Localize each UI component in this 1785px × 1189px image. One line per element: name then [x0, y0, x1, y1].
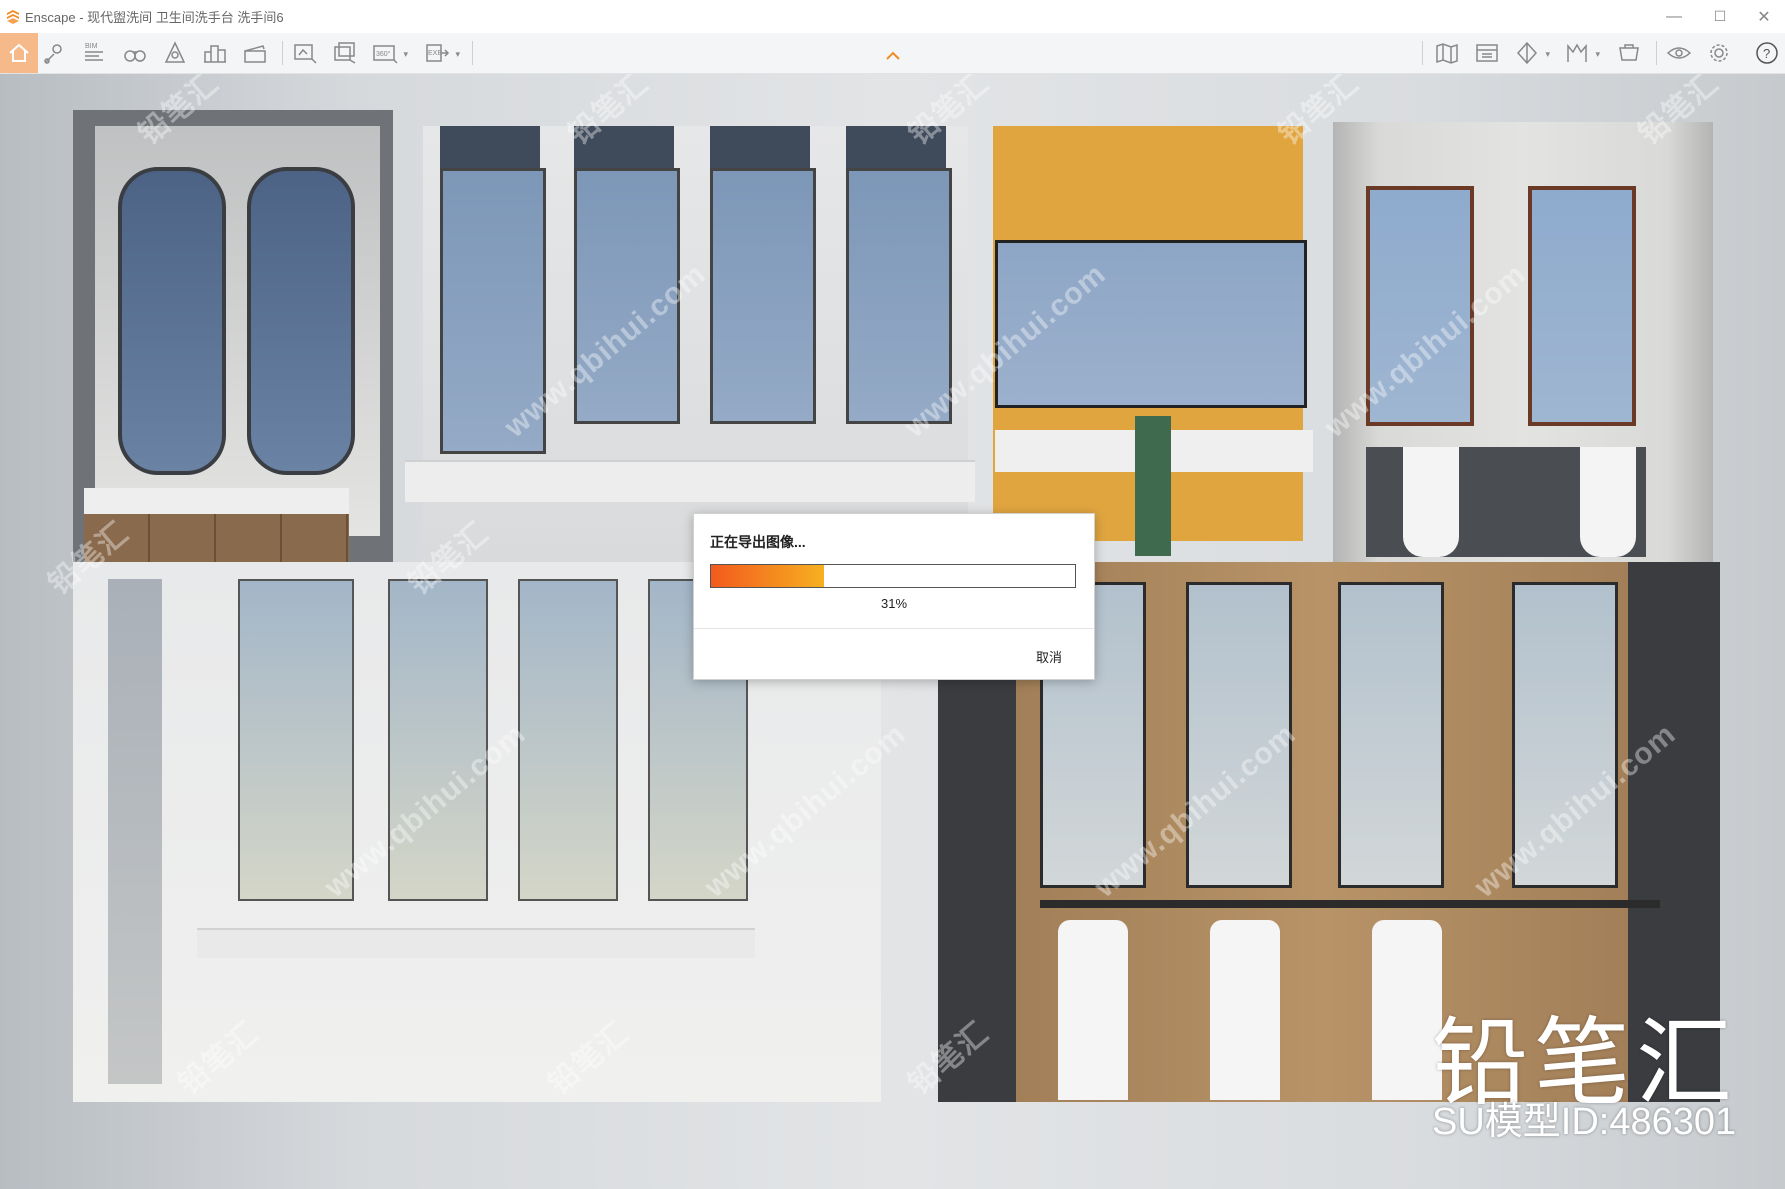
settings-icon: [1710, 44, 1728, 62]
tall-mirror: [710, 168, 816, 424]
chevron-down-icon[interactable]: ▾: [1595, 49, 1600, 60]
export-exe-icon: EXE: [426, 44, 450, 62]
asset-library-button[interactable]: [1614, 38, 1644, 68]
binoculars-icon: [124, 50, 146, 62]
video-editor-button[interactable]: [240, 38, 270, 68]
tall-mirror: [518, 579, 618, 901]
materials-button[interactable]: ▾: [1562, 38, 1600, 68]
framed-mirror: [1528, 186, 1636, 426]
enscape-logo-icon: [7, 9, 19, 24]
dialog-divider: [694, 628, 1094, 629]
clapboard-icon: [244, 45, 266, 63]
walk-mode-button[interactable]: [120, 38, 150, 68]
svg-text:BIM: BIM: [85, 43, 98, 50]
countertop: [84, 488, 349, 514]
visibility-icon: [1666, 47, 1692, 59]
svg-text:360°: 360°: [376, 50, 391, 58]
model-id-watermark: SU模型ID:486301: [1432, 1101, 1737, 1143]
progress-text: 31%: [880, 596, 908, 611]
home-icon: [9, 43, 29, 62]
marble-counter: [197, 928, 755, 958]
section-icon: [1516, 41, 1538, 65]
side-cabinet: [108, 579, 162, 1084]
light-box: [710, 126, 810, 168]
batch-render-icon: [334, 42, 356, 64]
long-sink-counter: [405, 460, 975, 502]
pedestal-sink: [1210, 920, 1280, 1100]
materials-icon: [1567, 43, 1587, 62]
asset-library-icon: [1619, 44, 1639, 61]
collapse-toolbar-icon[interactable]: [884, 50, 902, 62]
panorama-button[interactable]: 360° ▾: [370, 38, 408, 68]
visibility-button[interactable]: [1664, 38, 1694, 68]
bim-icon: BIM: [85, 43, 103, 61]
rounded-mirror: [118, 167, 226, 475]
panorama-360-icon: 360°: [373, 45, 398, 64]
dialog-title: 正在导出图像...: [710, 534, 806, 550]
chevron-down-icon[interactable]: ▾: [455, 49, 460, 60]
tall-mirror: [1338, 582, 1444, 888]
light-box: [440, 126, 540, 168]
cancel-button[interactable]: 取消: [1036, 647, 1062, 666]
chevron-down-icon[interactable]: ▾: [1545, 49, 1550, 60]
screenshot-icon: [294, 44, 317, 64]
map-button[interactable]: [1432, 38, 1462, 68]
settings-button[interactable]: [1704, 38, 1734, 68]
toolbar-separator: [472, 41, 473, 65]
pedestal-sink: [1580, 447, 1636, 557]
bim-button[interactable]: BIM: [80, 38, 110, 68]
maximize-button[interactable]: ☐: [1697, 0, 1743, 33]
minimize-button[interactable]: —: [1651, 0, 1697, 33]
svg-text:?: ?: [1763, 46, 1770, 61]
export-exe-button[interactable]: EXE ▾: [422, 38, 460, 68]
pedestal-sink: [1058, 920, 1128, 1100]
sync-button[interactable]: [200, 38, 230, 68]
batch-render-button[interactable]: [330, 38, 360, 68]
title-bar: Enscape - 现代盥洗间 卫生间洗手台 洗手间6: [0, 0, 1785, 34]
close-button[interactable]: ✕: [1741, 0, 1785, 33]
views-button[interactable]: [40, 38, 70, 68]
map-icon: [1436, 43, 1458, 64]
progress-fill: [711, 565, 824, 587]
progress-bar: [710, 564, 1076, 588]
panel-icon: [1476, 44, 1498, 62]
help-icon: ?: [1756, 42, 1778, 64]
home-button[interactable]: [0, 33, 38, 73]
toolbar-separator: [1656, 41, 1657, 65]
toolbar-separator: [282, 41, 283, 65]
pedestal-sink: [1403, 447, 1459, 557]
tall-mirror: [388, 579, 488, 901]
section-button[interactable]: ▾: [1512, 38, 1550, 68]
panel-button[interactable]: [1472, 38, 1502, 68]
rounded-mirror: [247, 167, 355, 475]
help-button[interactable]: ?: [1752, 38, 1782, 68]
export-progress-dialog: 正在导出图像... 31% 取消: [693, 513, 1095, 680]
screenshot-button[interactable]: [290, 38, 320, 68]
compass-icon: [164, 41, 186, 63]
toolbar-separator: [1422, 41, 1423, 65]
location-pin-icon: [44, 44, 62, 64]
buildings-icon: [204, 45, 226, 63]
window-title: Enscape - 现代盥洗间 卫生间洗手台 洗手间6: [25, 10, 284, 25]
chevron-down-icon[interactable]: ▾: [403, 49, 408, 60]
tall-mirror: [238, 579, 354, 901]
black-rail: [1040, 900, 1660, 908]
svg-text:EXE: EXE: [428, 50, 442, 57]
green-column: [1135, 416, 1171, 556]
compass-button[interactable]: [160, 38, 190, 68]
